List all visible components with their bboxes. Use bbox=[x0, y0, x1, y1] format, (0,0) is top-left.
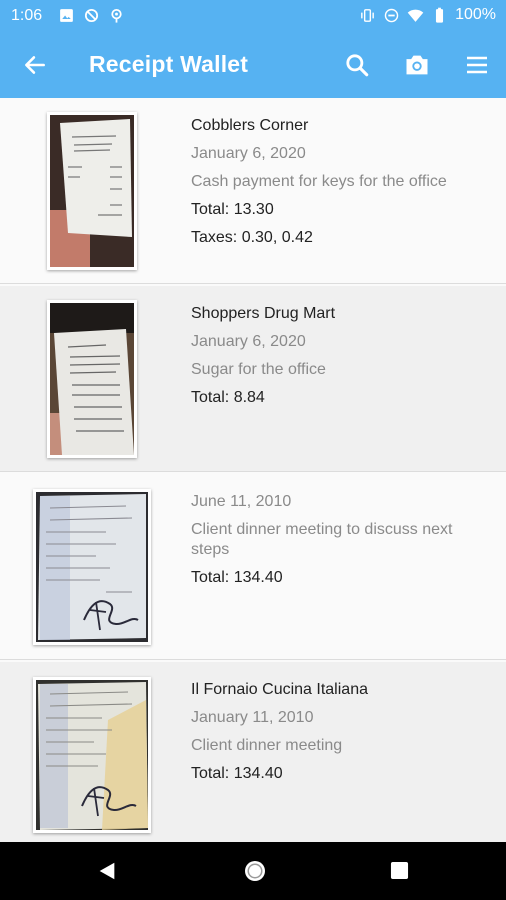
receipt-date: January 6, 2020 bbox=[191, 333, 306, 350]
location-icon bbox=[111, 8, 122, 23]
camera-icon[interactable] bbox=[403, 51, 431, 79]
receipt-thumbnail[interactable] bbox=[47, 300, 137, 458]
app-bar: Receipt Wallet bbox=[0, 32, 506, 98]
receipt-details: Il Fornaio Cucina Italiana January 11, 2… bbox=[191, 676, 491, 788]
receipt-total: Total: 134.40 bbox=[191, 765, 283, 782]
receipt-total: Total: 13.30 bbox=[191, 201, 274, 218]
receipt-list: Cobblers Corner January 6, 2020 Cash pay… bbox=[0, 98, 506, 842]
receipt-details: Shoppers Drug Mart January 6, 2020 Sugar… bbox=[191, 300, 491, 412]
receipt-photo-icon bbox=[36, 680, 148, 830]
receipt-photo-icon bbox=[50, 303, 134, 455]
receipt-description: Client dinner meeting to discuss next st… bbox=[191, 521, 453, 558]
app-title: Receipt Wallet bbox=[89, 51, 249, 77]
receipt-thumbnail[interactable] bbox=[33, 677, 151, 833]
status-right-icons: 100% bbox=[359, 6, 496, 24]
wifi-icon bbox=[407, 9, 424, 22]
sync-off-icon bbox=[84, 8, 99, 23]
receipt-details: Cobblers Corner January 6, 2020 Cash pay… bbox=[191, 112, 491, 252]
vibrate-icon bbox=[361, 8, 374, 22]
receipt-taxes: Taxes: 0.30, 0.42 bbox=[191, 229, 313, 246]
status-time: 1:06 bbox=[11, 7, 43, 24]
receipt-merchant: Cobblers Corner bbox=[191, 117, 309, 134]
receipt-details: June 11, 2010 Client dinner meeting to d… bbox=[191, 488, 491, 592]
receipt-date: January 6, 2020 bbox=[191, 145, 306, 162]
receipt-total: Total: 8.84 bbox=[191, 389, 265, 406]
receipt-merchant: Il Fornaio Cucina Italiana bbox=[191, 681, 368, 698]
status-bar: 1:06 100% bbox=[0, 0, 506, 32]
receipt-date: January 11, 2010 bbox=[191, 709, 314, 726]
receipt-photo-icon bbox=[50, 115, 134, 267]
nav-back-icon[interactable] bbox=[96, 860, 118, 882]
status-left-icons bbox=[58, 7, 125, 24]
receipt-description: Cash payment for keys for the office bbox=[191, 173, 447, 190]
menu-icon[interactable] bbox=[464, 53, 490, 77]
receipt-row[interactable]: June 11, 2010 Client dinner meeting to d… bbox=[0, 474, 506, 660]
receipt-thumbnail[interactable] bbox=[47, 112, 137, 270]
receipt-thumbnail[interactable] bbox=[33, 489, 151, 645]
search-icon[interactable] bbox=[344, 52, 370, 78]
back-arrow-icon[interactable] bbox=[22, 52, 48, 78]
receipt-photo-icon bbox=[36, 492, 148, 642]
image-icon bbox=[60, 9, 73, 22]
nav-home-icon[interactable] bbox=[243, 859, 267, 883]
battery-icon bbox=[436, 7, 444, 23]
battery-percent: 100% bbox=[455, 6, 496, 23]
receipt-merchant: Shoppers Drug Mart bbox=[191, 305, 336, 322]
receipt-total: Total: 134.40 bbox=[191, 569, 283, 586]
receipt-row[interactable]: Shoppers Drug Mart January 6, 2020 Sugar… bbox=[0, 286, 506, 472]
navigation-bar bbox=[0, 842, 506, 900]
receipt-description: Sugar for the office bbox=[191, 361, 326, 378]
receipt-description: Client dinner meeting bbox=[191, 737, 343, 754]
receipt-row[interactable]: Cobblers Corner January 6, 2020 Cash pay… bbox=[0, 98, 506, 284]
receipt-date: June 11, 2010 bbox=[191, 493, 292, 510]
receipt-row[interactable]: Il Fornaio Cucina Italiana January 11, 2… bbox=[0, 662, 506, 842]
nav-recents-icon[interactable] bbox=[390, 861, 409, 880]
do-not-disturb-icon bbox=[384, 8, 399, 22]
